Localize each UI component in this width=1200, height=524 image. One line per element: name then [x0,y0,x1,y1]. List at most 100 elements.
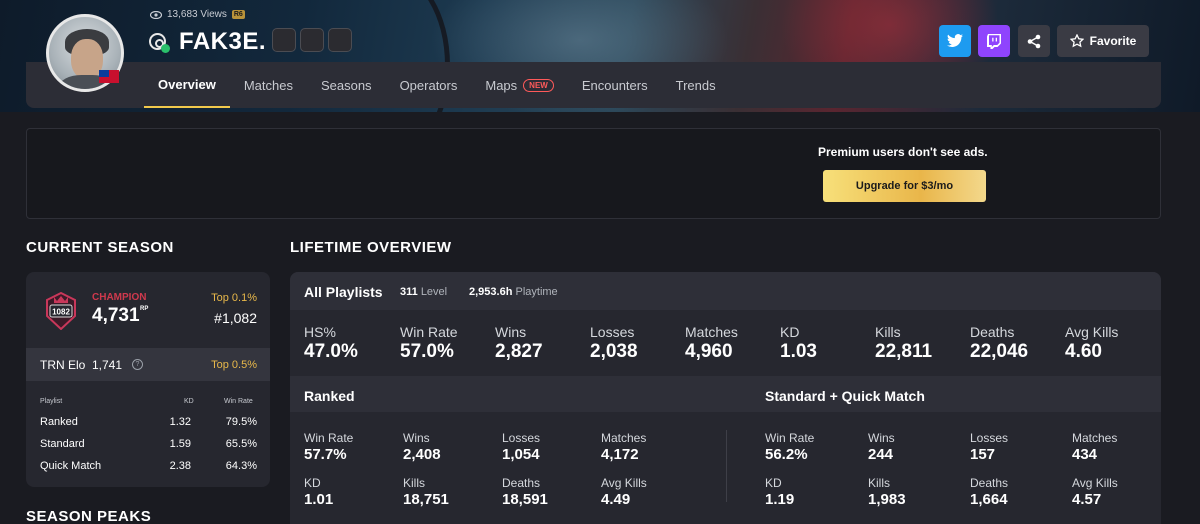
stat-losses: Losses 2,038 [590,324,638,363]
rank-name: CHAMPION [92,292,147,303]
playlist-row: Ranked 1.32 79.5% [26,416,270,430]
playlist-selector[interactable]: All Playlists [304,284,383,300]
tab-label: Matches [243,77,293,93]
stat-label: Matches [685,324,738,340]
game-badge: R6 [231,10,245,19]
level-value: 311 [400,286,418,298]
tab-operators[interactable]: Operators [386,62,472,108]
stat-value: 4.57 [1072,491,1102,508]
playlist-winrate: 65.5% [225,438,257,450]
stat-label: Matches [601,431,647,445]
tab-seasons[interactable]: Seasons [307,62,386,108]
tab-label: Operators [399,77,458,93]
stat-value: 1,054 [502,446,540,463]
rank-top-percent: Top 0.1% [211,292,257,304]
playlist-winrate: 64.3% [225,460,257,472]
stat-value: 434 [1072,446,1098,463]
playlist-name: Quick Match [40,460,102,472]
stat-value: 1.03 [780,341,817,362]
stat-value: 2,038 [590,341,638,362]
rank-badge-number: 1082 [52,308,70,317]
playlist-subheader: Ranked Standard + Quick Match [290,376,1161,412]
rank-position: #1,082 [214,310,257,326]
badge-slot[interactable] [272,28,296,52]
stat-value: 1.01 [304,491,334,508]
tab-label: Overview [158,76,216,92]
stat-value: 4.60 [1065,341,1102,362]
share-icon [1027,34,1041,48]
stat-label: KD [304,476,321,490]
rank-points: 4,731 [92,305,140,326]
favorite-button[interactable]: Favorite [1057,25,1149,57]
stat-value: 244 [868,446,894,463]
tab-encounters[interactable]: Encounters [568,62,662,108]
tab-overview[interactable]: Overview [144,62,230,108]
stat-value: 4,960 [685,341,733,362]
stat-label: HS% [304,324,336,340]
twitter-icon [947,34,963,47]
stat-deaths: Deaths 22,046 [970,324,1028,363]
elo-value: 1,741 [92,358,123,372]
tab-label: Trends [675,77,716,93]
stat-label: Win Rate [765,431,815,445]
star-icon [1069,34,1084,48]
profile-tabs: Overview Matches Seasons Operators Maps N… [144,62,730,108]
stat-value: 1,664 [970,491,1008,508]
champion-rank-icon: 1082 [46,292,76,330]
standard-stat: Losses 157 [970,431,1008,463]
tab-label: Seasons [320,77,372,93]
playlist-kd: 1.32 [169,416,191,428]
stat-label: Losses [590,324,635,340]
stat-value: 22,811 [875,341,933,362]
stat-label: Deaths [970,476,1009,490]
stat-value: 4,172 [601,446,639,463]
col-header-winrate: Win Rate [224,398,253,405]
stat-value: 57.0% [400,341,454,362]
stat-value: 56.2% [765,446,808,463]
stat-label: Avg Kills [1065,324,1119,340]
stat-value: 22,046 [970,341,1029,362]
stat-label: Avg Kills [1072,476,1118,490]
stat-kills: Kills 22,811 [875,324,932,363]
stat-value: 157 [970,446,996,463]
share-button[interactable] [1018,25,1050,57]
badge-slot[interactable] [300,28,324,52]
column-divider [726,430,727,502]
stat-label: Win Rate [400,324,458,340]
playlist-row: Quick Match 2.38 64.3% [26,460,270,474]
standard-stat: Wins 244 [868,431,895,463]
standard-stat: Deaths 1,664 [970,476,1008,508]
ranked-stat: Avg Kills 4.49 [601,476,647,508]
stat-label: Deaths [970,324,1015,340]
stat-avg-kills: Avg Kills 4.60 [1065,324,1118,363]
stat-label: Kills [868,476,891,490]
stat-value: 18,751 [403,491,449,508]
current-season-title: CURRENT SEASON [26,239,174,256]
tab-label: Encounters [581,77,648,93]
stat-winrate: Win Rate 57.0% [400,324,458,363]
twitter-button[interactable] [939,25,971,57]
elo-top-percent: Top 0.5% [211,359,257,371]
badge-slots [272,28,352,52]
ad-banner [26,128,1161,219]
playtime-value: 2,953.6h [469,286,513,298]
playlist-row: Standard 1.59 65.5% [26,438,270,452]
help-icon[interactable]: ? [132,359,143,370]
playlist-name: Ranked [40,416,78,428]
tab-matches[interactable]: Matches [230,62,307,108]
upgrade-button[interactable]: Upgrade for $3/mo [823,170,986,202]
twitch-icon [987,33,1001,49]
tab-trends[interactable]: Trends [662,62,730,108]
playlist-kd: 2.38 [169,460,191,472]
stat-matches: Matches 4,960 [685,324,738,363]
playlist-winrate: 79.5% [225,416,257,428]
stat-value: 4.49 [601,491,631,508]
rp-unit: RP [140,306,149,312]
twitch-button[interactable] [978,25,1010,57]
badge-slot[interactable] [328,28,352,52]
stat-label: Deaths [502,476,541,490]
stat-label: Wins [868,431,895,445]
new-badge: NEW [523,78,554,92]
views-text: 13,683 Views [167,9,227,20]
tab-maps[interactable]: Maps NEW [471,62,567,108]
